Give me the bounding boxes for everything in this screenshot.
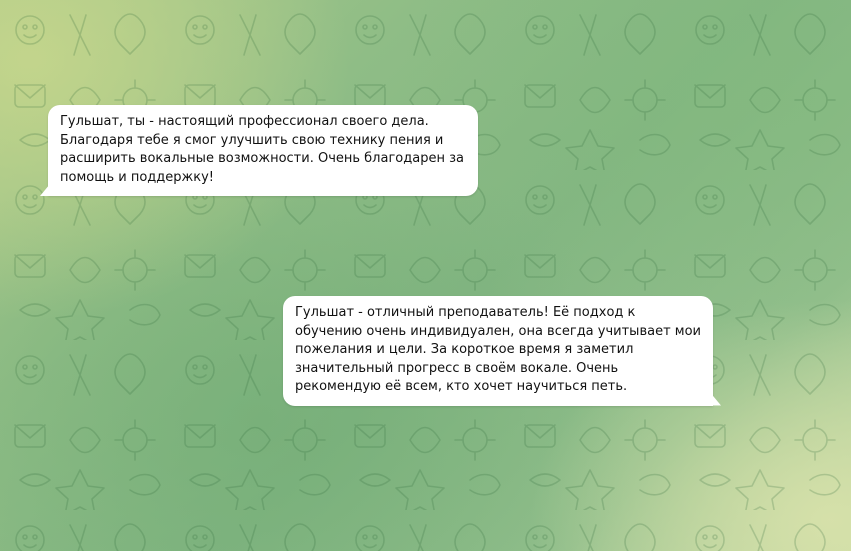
chat-wallpaper bbox=[0, 0, 851, 551]
outgoing-message-bubble[interactable]: Гульшат - отличный преподаватель! Её под… bbox=[283, 296, 713, 406]
doodle-pattern bbox=[0, 0, 851, 551]
incoming-message-bubble[interactable]: Гульшат, ты - настоящий профессионал сво… bbox=[48, 105, 478, 196]
message-text: Гульшат, ты - настоящий профессионал сво… bbox=[60, 114, 464, 185]
message-text: Гульшат - отличный преподаватель! Её под… bbox=[295, 305, 701, 394]
